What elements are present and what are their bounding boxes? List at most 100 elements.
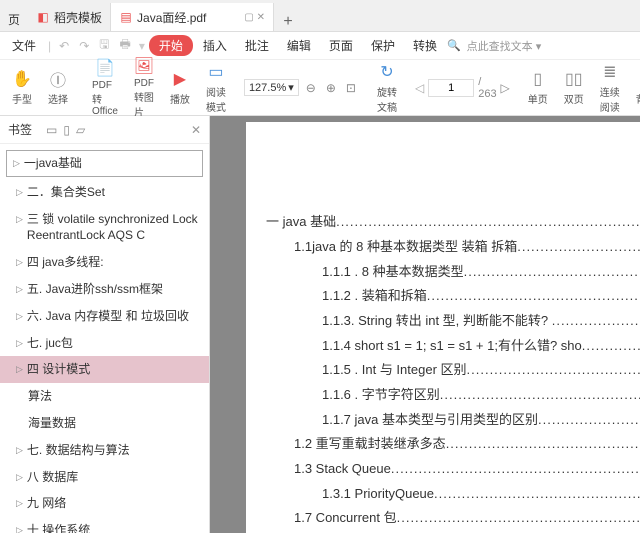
bookmark-label: 七. juc包 <box>27 335 73 352</box>
bookmark-item[interactable]: ▷二．集合类Set <box>0 179 209 206</box>
menu-protect[interactable]: 保护 <box>363 34 403 57</box>
bookmark-item[interactable]: 算法 <box>0 383 209 410</box>
chevron-right-icon: ▷ <box>16 310 23 323</box>
tab-label: 稻壳模板 <box>54 9 102 26</box>
tool-bg[interactable]: ◐背景 <box>630 67 640 108</box>
toc-line: 1.1.4 short s1 = 1; s1 = s1 + 1;有什么错? sh… <box>322 334 640 359</box>
toc-line: 1.2 重写重载封装继承多态 <box>294 432 640 457</box>
search-icon[interactable]: 🔍 <box>447 39 461 52</box>
tab-label: Java面经.pdf <box>137 9 206 26</box>
page-prev-icon[interactable]: ◁ <box>415 81 424 95</box>
zoom-in-icon[interactable]: ⊕ <box>323 81 339 95</box>
chevron-right-icon: ▷ <box>16 471 23 484</box>
bookmark-opt-icon[interactable]: ▱ <box>76 123 85 137</box>
toolbar: ✋手型 Ⓘ选择 📄PDF转Office 🖼PDF转图片 ▶播放 ▭阅读模式 12… <box>0 60 640 116</box>
cont-icon: ≣ <box>600 62 620 82</box>
bookmark-label: 七. 数据结构与算法 <box>27 442 130 459</box>
tab-bar: 页 ◧ 稻壳模板 ▤ Java面经.pdf ▢ ✕ + <box>0 0 640 32</box>
double-icon: ▯▯ <box>564 69 584 89</box>
template-icon: ◧ <box>36 10 50 24</box>
tool-hand[interactable]: ✋手型 <box>6 67 38 108</box>
tool-single[interactable]: ▯单页 <box>522 67 554 108</box>
toc-line: 1.1java 的 8 种基本数据类型 装箱 拆箱 <box>294 235 640 260</box>
redo-icon[interactable]: ↷ <box>75 39 93 53</box>
toc-line: 一 java 基础 <box>266 210 640 235</box>
zoom-box[interactable]: 127.5% ▾ <box>244 79 299 96</box>
play-icon: ▶ <box>170 69 190 89</box>
document-viewport[interactable]: 目录 一 java 基础1.1java 的 8 种基本数据类型 装箱 拆箱1.1… <box>210 116 640 533</box>
rotate-icon: ↻ <box>377 62 397 82</box>
chevron-right-icon: ▷ <box>16 283 23 296</box>
bookmark-label: 四 java多线程: <box>27 254 104 271</box>
save-icon[interactable]: 🖫 <box>95 35 113 56</box>
menu-edit[interactable]: 编辑 <box>279 34 319 57</box>
bookmark-item[interactable]: ▷ 三 锁 volatile synchronized Lock Reentran… <box>0 206 209 250</box>
menu-start[interactable]: 开始 <box>149 35 193 56</box>
bookmark-item[interactable]: 海量数据 <box>0 410 209 437</box>
tool-pdf2pic[interactable]: 🖼PDF转图片 <box>128 54 160 121</box>
sidebar-close-icon[interactable]: ✕ <box>191 123 201 137</box>
tab-pdf[interactable]: ▤ Java面经.pdf ▢ ✕ <box>111 3 274 31</box>
toc-body: 一 java 基础1.1java 的 8 种基本数据类型 装箱 拆箱1.1.1 … <box>266 210 640 533</box>
fit-icon[interactable]: ⊡ <box>343 81 359 95</box>
select-icon: Ⓘ <box>48 69 68 89</box>
chevron-right-icon: ▷ <box>16 524 23 533</box>
bookmark-sidebar: 书签 ▭ ▯ ▱ ✕ ▷一java基础▷二．集合类Set▷三 锁 volatil… <box>0 116 210 533</box>
chevron-right-icon: ▷ <box>13 157 20 170</box>
menu-comment[interactable]: 批注 <box>237 34 277 57</box>
zoom-out-icon[interactable]: ⊖ <box>303 81 319 95</box>
bookmark-item[interactable]: ▷一java基础 <box>6 150 203 177</box>
bookmark-add-icon[interactable]: ▯ <box>63 123 70 137</box>
bookmark-label: 八 数据库 <box>27 469 78 486</box>
menu-insert[interactable]: 插入 <box>195 34 235 57</box>
menu-file[interactable]: 文件 <box>4 34 44 57</box>
pdf2office-icon: 📄 <box>95 58 115 78</box>
page-next-icon[interactable]: ▷ <box>501 81 510 95</box>
print-icon[interactable]: 🖶 <box>116 35 135 56</box>
page-total: / 263 <box>478 76 496 100</box>
page-menu[interactable]: 页 <box>0 8 28 31</box>
bookmark-item[interactable]: ▷七. juc包 <box>0 330 209 357</box>
toc-line: 1.7 Concurrent 包 <box>294 506 640 531</box>
bookmark-item[interactable]: ▷ 四 设计模式 <box>0 356 209 383</box>
readmode-icon: ▭ <box>206 62 226 82</box>
bookmark-item[interactable]: ▷ 十 操作系统 <box>0 517 209 533</box>
chevron-right-icon: ▷ <box>16 363 23 376</box>
tool-readmode[interactable]: ▭阅读模式 <box>200 60 232 116</box>
bookmark-item[interactable]: ▷七. 数据结构与算法 <box>0 437 209 464</box>
bookmark-item[interactable]: ▷四 java多线程: <box>0 249 209 276</box>
bookmark-item[interactable]: ▷九 网络 <box>0 490 209 517</box>
tab-template[interactable]: ◧ 稻壳模板 <box>28 3 111 31</box>
tool-pdf2office[interactable]: 📄PDF转Office <box>86 56 124 119</box>
toc-heading: 目录 <box>266 162 640 196</box>
tool-cont[interactable]: ≣连续阅读 <box>594 60 626 116</box>
bookmark-icon[interactable]: ▭ <box>46 123 57 137</box>
search-hint[interactable]: 点此查找文本 ▾ <box>467 38 542 54</box>
page-input[interactable] <box>428 79 474 97</box>
bookmark-item[interactable]: ▷ 八 数据库 <box>0 464 209 491</box>
bookmark-label: 海量数据 <box>28 415 76 432</box>
bookmark-label: 三 锁 volatile synchronized Lock Reentrant… <box>27 211 201 245</box>
toc-line: 1.3 Stack Queue <box>294 457 640 482</box>
bookmark-item[interactable]: ▷六. Java 内存模型 和 垃圾回收 <box>0 303 209 330</box>
toc-line: 1.1.7 java 基本类型与引用类型的区别 <box>322 408 640 433</box>
tool-double[interactable]: ▯▯双页 <box>558 67 590 108</box>
bookmark-item[interactable]: ▷五. Java进阶ssh/ssm框架 <box>0 276 209 303</box>
tool-select[interactable]: Ⓘ选择 <box>42 67 74 108</box>
bookmark-label: 四 设计模式 <box>27 361 90 378</box>
menu-page[interactable]: 页面 <box>321 34 361 57</box>
toc-line: 1.1.3. String 转出 int 型, 判断能不能转? <box>322 309 640 334</box>
bookmark-label: 九 网络 <box>27 495 66 512</box>
tab-add-button[interactable]: + <box>274 13 302 31</box>
bookmark-label: 算法 <box>28 388 52 405</box>
bookmark-label: 十 操作系统 <box>27 522 90 533</box>
tab-close-icon[interactable]: ▢ ✕ <box>244 12 265 23</box>
chevron-right-icon: ▷ <box>16 213 23 226</box>
bookmark-list: ▷一java基础▷二．集合类Set▷三 锁 volatile synchroni… <box>0 144 209 533</box>
menu-convert[interactable]: 转换 <box>405 34 445 57</box>
bookmark-label: 二．集合类Set <box>27 184 105 201</box>
sidebar-title: 书签 <box>8 121 32 138</box>
undo-icon[interactable]: ↶ <box>55 39 73 53</box>
tool-rotate[interactable]: ↻旋转文稿 <box>371 60 403 116</box>
tool-play[interactable]: ▶播放 <box>164 67 196 108</box>
